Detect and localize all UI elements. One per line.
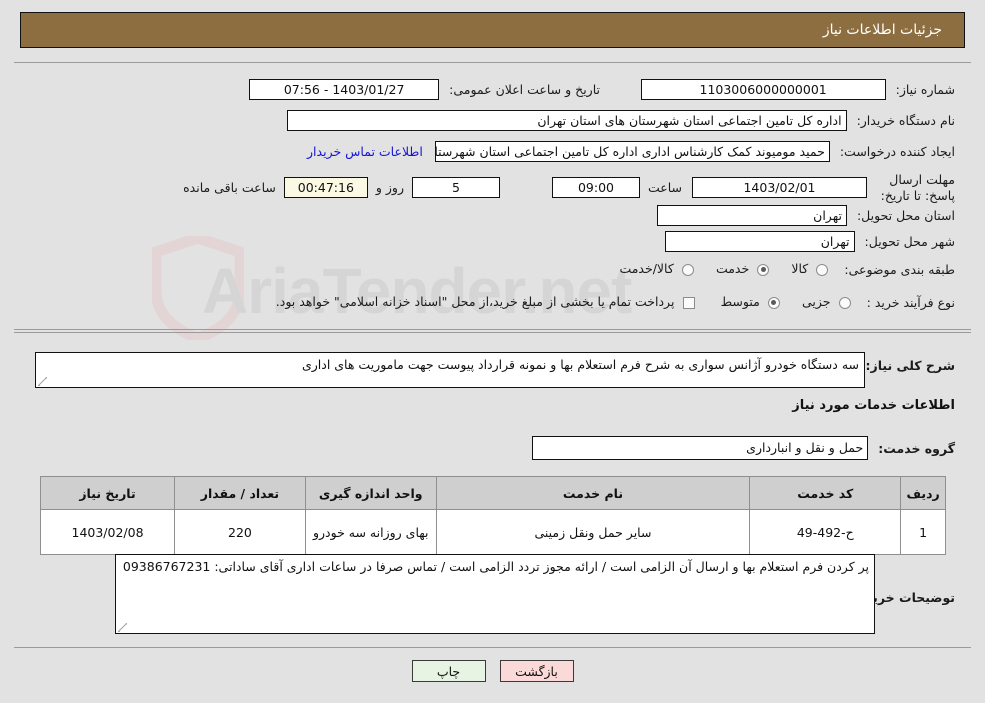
cell-quantity: 220 bbox=[174, 509, 306, 555]
resize-grip-icon[interactable] bbox=[118, 623, 127, 632]
cell-need-date: 1403/02/08 bbox=[39, 509, 176, 555]
print-button[interactable]: چاپ bbox=[411, 660, 486, 682]
cell-code: ح-492-49 bbox=[749, 509, 902, 555]
col-name: نام خدمت bbox=[435, 476, 751, 510]
table-row[interactable]: 1 ح-492-49 سایر حمل ونقل زمینی بهای روزا… bbox=[39, 509, 946, 555]
resize-grip-icon[interactable] bbox=[38, 377, 47, 386]
cell-index: 1 bbox=[900, 509, 946, 555]
cell-name: سایر حمل ونقل زمینی bbox=[435, 509, 751, 555]
col-unit: واحد اندازه گیری bbox=[304, 476, 437, 510]
general-description-value: سه دستگاه خودرو آژانس سواری به شرح فرم ا… bbox=[301, 357, 859, 372]
back-button[interactable]: بازگشت bbox=[499, 660, 574, 682]
general-description-textarea[interactable]: سه دستگاه خودرو آژانس سواری به شرح فرم ا… bbox=[35, 352, 865, 388]
col-code: کد خدمت bbox=[749, 476, 902, 510]
services-table: ردیف کد خدمت نام خدمت واحد اندازه گیری ت… bbox=[39, 476, 946, 555]
table-header-row: ردیف کد خدمت نام خدمت واحد اندازه گیری ت… bbox=[39, 476, 946, 510]
need-info-panel bbox=[14, 62, 971, 330]
col-need-date: تاریخ نیاز bbox=[39, 476, 176, 510]
cell-unit: بهای روزانه سه خودرو bbox=[304, 509, 437, 555]
buyer-notes-textarea[interactable]: پر کردن فرم استعلام بها و ارسال آن الزام… bbox=[115, 554, 875, 634]
page-header: جزئیات اطلاعات نیاز bbox=[20, 12, 965, 48]
col-index: ردیف bbox=[900, 476, 946, 510]
buyer-notes-value: پر کردن فرم استعلام بها و ارسال آن الزام… bbox=[122, 559, 869, 574]
page-title: جزئیات اطلاعات نیاز bbox=[822, 22, 942, 38]
col-quantity: تعداد / مقدار bbox=[174, 476, 306, 510]
action-buttons-bar: بازگشت چاپ bbox=[0, 660, 985, 682]
